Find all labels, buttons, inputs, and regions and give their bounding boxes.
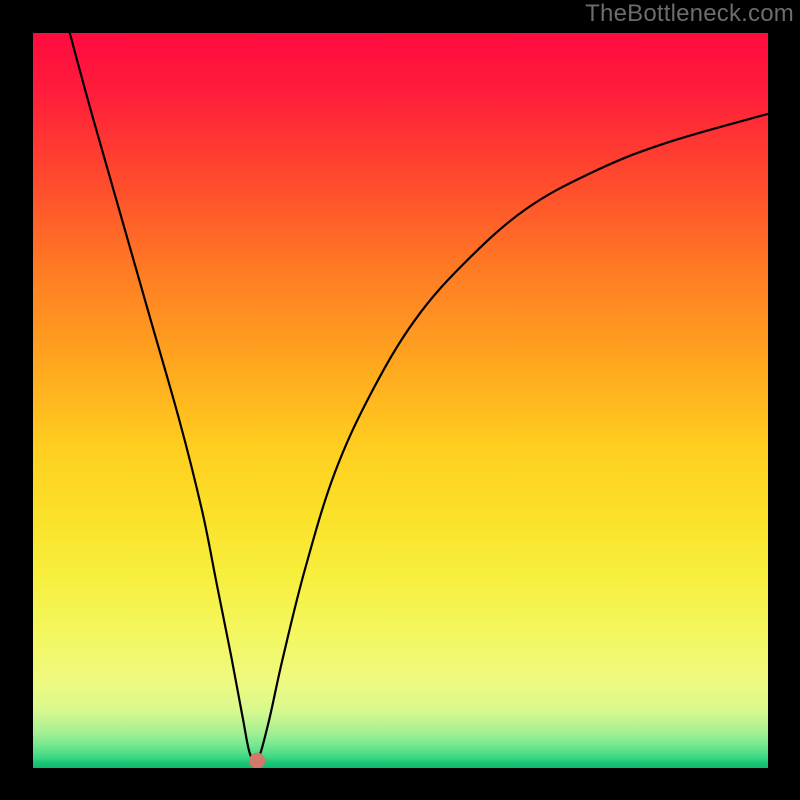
watermark-text: TheBottleneck.com bbox=[585, 0, 794, 28]
minimum-point-dot bbox=[249, 753, 265, 768]
plot-area bbox=[33, 33, 768, 768]
bottleneck-curve-path bbox=[70, 33, 768, 763]
bottleneck-curve-svg bbox=[33, 33, 768, 768]
outer-frame: TheBottleneck.com bbox=[0, 0, 800, 800]
